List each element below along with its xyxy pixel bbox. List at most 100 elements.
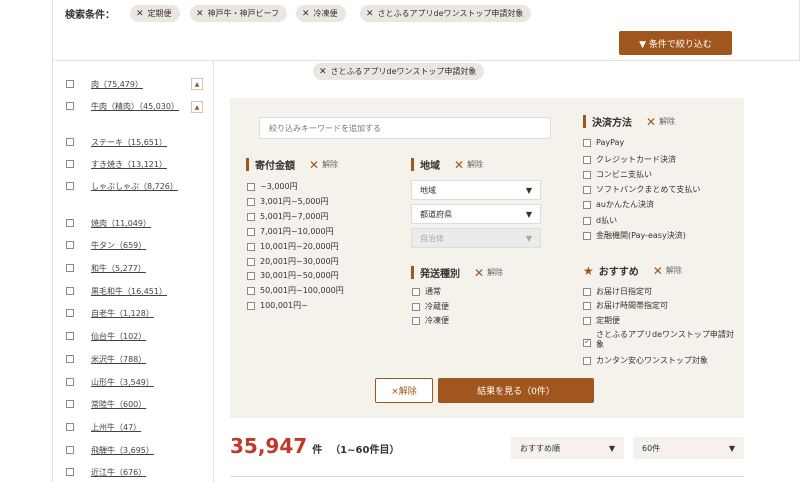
close-icon[interactable]: ✕ [196, 9, 204, 19]
shipping-option[interactable]: 通常 [412, 286, 441, 297]
close-icon[interactable]: ✕ [302, 9, 310, 19]
sidebar-item-jiroushi[interactable]: 自老牛（1,128） [66, 308, 154, 319]
recommend-option[interactable]: お届け時間帯指定可 [583, 300, 668, 311]
checkbox[interactable] [247, 286, 255, 295]
sidebar-item-hitachi-beef[interactable]: 常陸牛（600） [66, 399, 146, 410]
checkbox[interactable] [583, 138, 591, 147]
filter-button[interactable]: ▼ 条件で絞り込む [619, 31, 732, 55]
checkbox[interactable] [66, 219, 74, 227]
checkbox[interactable] [66, 102, 74, 110]
checkbox[interactable] [412, 316, 420, 325]
region-clear-button[interactable]: ✕ 解除 [454, 158, 483, 172]
checkbox[interactable] [247, 182, 255, 191]
payment-option[interactable]: コンビニ支払い [583, 169, 652, 180]
sidebar-item-yonezawa-beef[interactable]: 米沢牛（788） [66, 354, 146, 365]
sidebar-item-sendai-beef[interactable]: 仙台牛（102） [66, 331, 146, 342]
checkbox[interactable] [583, 216, 591, 225]
recommend-option-app-onestop[interactable]: さとふるアプリdeワンストップ申請対象 [583, 330, 736, 350]
sidebar-item-gyutan[interactable]: 牛タン（659） [66, 240, 146, 251]
checkbox[interactable] [583, 316, 591, 325]
payment-option[interactable]: PayPay [583, 138, 624, 147]
checkbox[interactable] [583, 185, 591, 194]
shipping-clear-button[interactable]: ✕ 解除 [474, 266, 503, 280]
donation-option[interactable]: 30,001円~50,000円 [247, 270, 339, 281]
checkbox[interactable] [66, 241, 74, 249]
sidebar-item-sukiyaki[interactable]: すき焼き（13,121） [66, 159, 167, 170]
payment-clear-button[interactable]: ✕ 解除 [646, 115, 675, 129]
prefecture-select[interactable]: 都道府県 ▼ [411, 204, 541, 224]
checkbox[interactable] [66, 468, 74, 476]
checkbox[interactable] [66, 423, 74, 431]
region-select[interactable]: 地域 ▼ [411, 180, 541, 200]
checkbox[interactable] [247, 242, 255, 251]
condition-chip-app-onestop[interactable]: ✕ さとふるアプリdeワンストップ申請対象 [360, 5, 532, 22]
donation-option[interactable]: 3,001円~5,000円 [247, 196, 329, 207]
donation-option[interactable]: 20,001円~30,000円 [247, 256, 339, 267]
checkbox[interactable] [66, 400, 74, 408]
close-icon[interactable]: ✕ [319, 67, 327, 77]
payment-option[interactable]: 金融機関(Pay-easy決済) [583, 230, 686, 241]
checkbox-checked[interactable] [583, 337, 591, 347]
recommend-option[interactable]: カンタン安心ワンストップ対象 [583, 355, 708, 366]
recommend-option[interactable]: お届け日指定可 [583, 286, 652, 297]
sort-select[interactable]: おすすめ順 ▼ [511, 437, 624, 459]
checkbox[interactable] [247, 212, 255, 221]
sidebar-item-yamagata-beef[interactable]: 山形牛（3,549） [66, 377, 154, 388]
checkbox[interactable] [583, 356, 591, 365]
checkbox[interactable] [247, 227, 255, 236]
checkbox[interactable] [66, 378, 74, 386]
recommend-clear-button[interactable]: ✕ 解除 [653, 264, 682, 278]
checkbox[interactable] [247, 271, 255, 280]
checkbox[interactable] [583, 170, 591, 179]
checkbox[interactable] [66, 309, 74, 317]
checkbox[interactable] [66, 182, 74, 190]
expand-icon[interactable]: ▲ [191, 101, 203, 113]
donation-option[interactable]: 10,001円~20,000円 [247, 241, 339, 252]
donation-option[interactable]: 7,001円~10,000円 [247, 226, 334, 237]
sidebar-item-meat[interactable]: 肉（75,479） [66, 79, 143, 90]
checkbox[interactable] [583, 200, 591, 209]
checkbox[interactable] [66, 160, 74, 168]
payment-option[interactable]: クレジットカード決済 [583, 154, 676, 165]
condition-chip-frozen[interactable]: ✕ 冷凍便 [296, 5, 346, 22]
per-page-select[interactable]: 60件 ▼ [633, 437, 744, 459]
sub-condition-chip[interactable]: ✕ さとふるアプリdeワンストップ申請対象 [313, 63, 485, 80]
checkbox[interactable] [66, 332, 74, 340]
payment-option[interactable]: auかんたん決済 [583, 199, 654, 210]
checkbox[interactable] [247, 301, 255, 310]
payment-option[interactable]: d払い [583, 215, 617, 226]
view-results-button[interactable]: 結果を見る（0件） [438, 378, 594, 403]
sidebar-item-steak[interactable]: ステーキ（15,651） [66, 137, 167, 148]
sidebar-item-hida-beef[interactable]: 飛騨牛（3,695） [66, 445, 154, 456]
payment-option[interactable]: ソフトバンクまとめて支払い [583, 184, 700, 195]
checkbox[interactable] [66, 287, 74, 295]
close-icon[interactable]: ✕ [366, 9, 374, 19]
checkbox[interactable] [247, 197, 255, 206]
checkbox[interactable] [66, 80, 74, 88]
checkbox[interactable] [583, 231, 591, 240]
checkbox[interactable] [247, 257, 255, 266]
donation-option[interactable]: ~3,000円 [247, 181, 298, 192]
checkbox[interactable] [66, 446, 74, 454]
checkbox[interactable] [412, 287, 420, 296]
checkbox[interactable] [583, 155, 591, 164]
clear-button[interactable]: ×解除 [375, 378, 433, 403]
donation-option[interactable]: 50,001円~100,000円 [247, 285, 344, 296]
close-icon[interactable]: ✕ [136, 9, 144, 19]
checkbox[interactable] [412, 302, 420, 311]
sidebar-item-kuroge-wagyu[interactable]: 黒毛和牛（16,451） [66, 286, 167, 297]
checkbox[interactable] [66, 355, 74, 363]
donation-option[interactable]: 5,001円~7,000円 [247, 211, 329, 222]
sidebar-item-omi-beef[interactable]: 近江牛（676） [66, 467, 146, 478]
checkbox[interactable] [583, 301, 591, 310]
sidebar-item-yakiniku[interactable]: 焼肉（11,049） [66, 218, 151, 229]
shipping-option[interactable]: 冷凍便 [412, 315, 449, 326]
sidebar-item-joshu-beef[interactable]: 上州牛（47） [66, 422, 141, 433]
recommend-option[interactable]: 定期便 [583, 315, 620, 326]
condition-chip-teikibin[interactable]: ✕ 定期便 [130, 5, 180, 22]
checkbox[interactable] [66, 138, 74, 146]
sidebar-item-wagyu[interactable]: 和牛（5,277） [66, 263, 146, 274]
checkbox[interactable] [583, 287, 591, 296]
donation-clear-button[interactable]: ✕ 解除 [309, 158, 338, 172]
checkbox[interactable] [66, 264, 74, 272]
